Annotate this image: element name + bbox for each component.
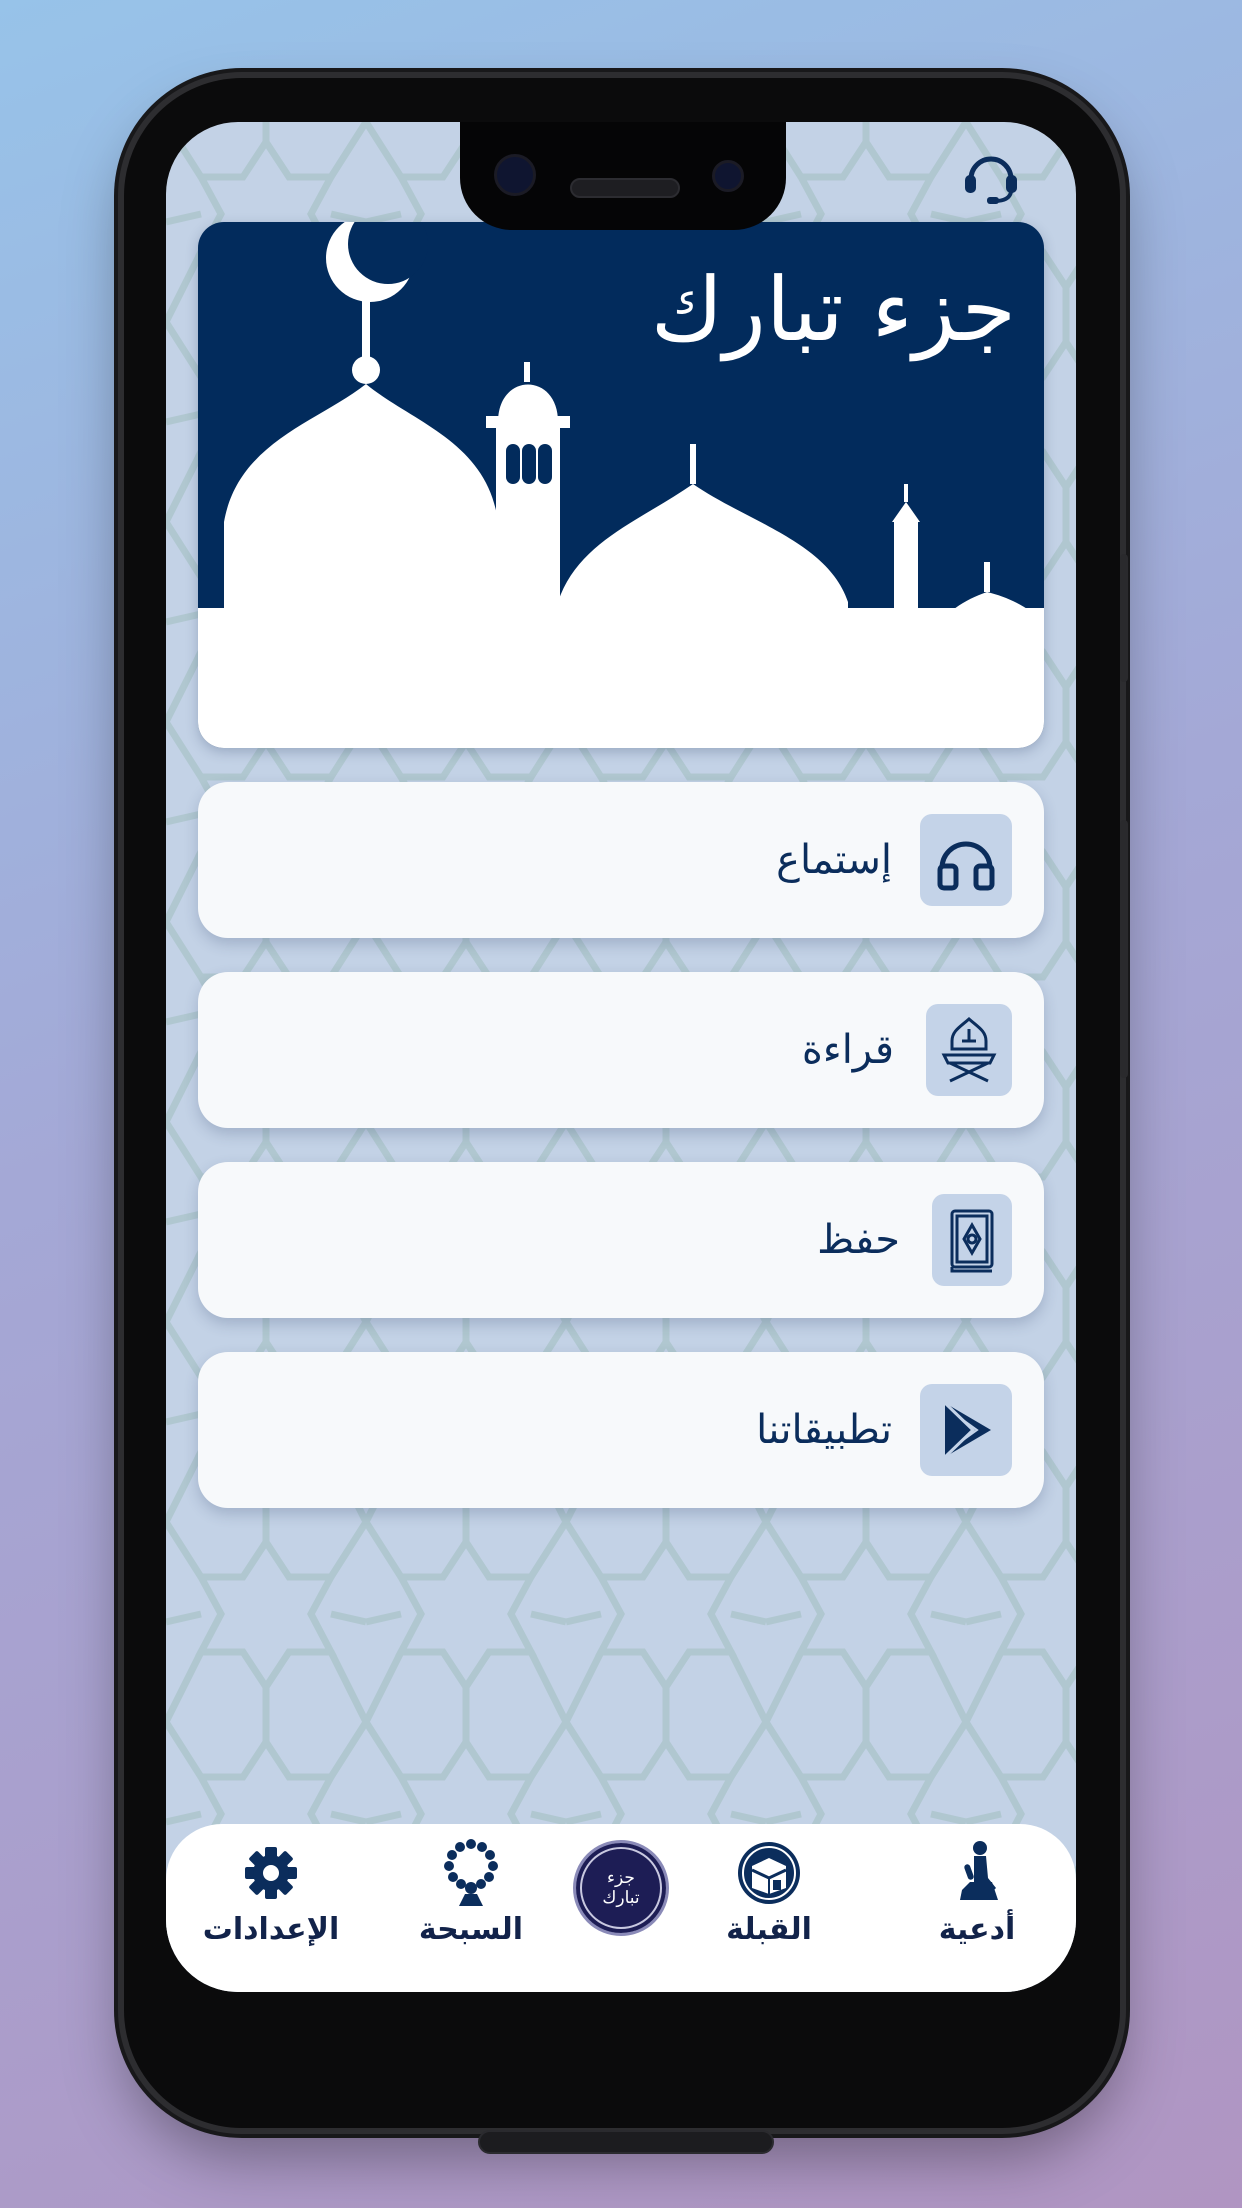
app-logo-badge: جزء تبارك (573, 1840, 669, 1936)
hero-banner: جزء تبارك (198, 222, 1044, 748)
sensor (712, 160, 744, 192)
support-button[interactable] (956, 142, 1026, 212)
app-title: جزء تبارك (650, 258, 1016, 361)
nav-qibla-label: القبلة (726, 1912, 812, 1947)
app-logo-text: جزء تبارك (602, 1867, 640, 1908)
front-camera (494, 154, 536, 196)
nav-settings-icon-wrap (243, 1838, 299, 1908)
play-store-icon (943, 1401, 991, 1459)
prayer-beads-icon (444, 1839, 498, 1906)
listen-icon-box (920, 814, 1012, 906)
nav-settings-label: الإعدادات (202, 1912, 340, 1947)
memorize-label: حفظ (817, 1217, 900, 1263)
camera-notch (460, 122, 786, 230)
read-card[interactable]: قراءة (198, 972, 1044, 1128)
listen-card[interactable]: إستماع (198, 782, 1044, 938)
nav-tasbih-icon-wrap (443, 1838, 499, 1908)
our-apps-card[interactable]: تطبيقاتنا (198, 1352, 1044, 1508)
nav-duas-label: أدعية (938, 1912, 1016, 1947)
mushaf-book-icon (950, 1209, 994, 1273)
nav-home-logo[interactable]: جزء تبارك (546, 1824, 696, 1992)
kaaba-icon (738, 1842, 800, 1904)
nav-tasbih[interactable]: السبحة (396, 1824, 546, 1992)
read-icon-box (926, 1004, 1012, 1096)
power-button (1120, 554, 1128, 682)
nav-duas[interactable]: أدعية (902, 1824, 1052, 1992)
nav-tasbih-label: السبحة (418, 1912, 524, 1947)
nav-qibla-icon-wrap (736, 1838, 802, 1908)
nav-duas-icon-wrap (952, 1838, 1002, 1908)
praying-person-icon (960, 1841, 998, 1900)
our-apps-icon-box (920, 1384, 1012, 1476)
memorize-icon-box (932, 1194, 1012, 1286)
headphones-icon (937, 841, 995, 891)
bottom-navigation: الإعدادات السبحة جزء تبارك القبلة أدعية (166, 1824, 1076, 1992)
volume-button (1120, 820, 1128, 1078)
memorize-card[interactable]: حفظ (198, 1162, 1044, 1318)
nav-settings[interactable]: الإعدادات (196, 1824, 346, 1992)
our-apps-label: تطبيقاتنا (756, 1407, 892, 1453)
quran-stand-icon (941, 1016, 997, 1083)
earpiece-speaker (570, 178, 680, 198)
home-indicator (478, 2130, 774, 2154)
screen: جزء تبارك إستماع قراءة حفظ تطبيقاتنا الإ… (166, 122, 1076, 1992)
gear-icon (245, 1847, 297, 1899)
headset-support-icon (965, 156, 1017, 204)
phone-frame: جزء تبارك إستماع قراءة حفظ تطبيقاتنا الإ… (124, 78, 1128, 2154)
listen-label: إستماع (776, 837, 892, 883)
nav-qibla[interactable]: القبلة (694, 1824, 844, 1992)
read-label: قراءة (801, 1027, 894, 1073)
